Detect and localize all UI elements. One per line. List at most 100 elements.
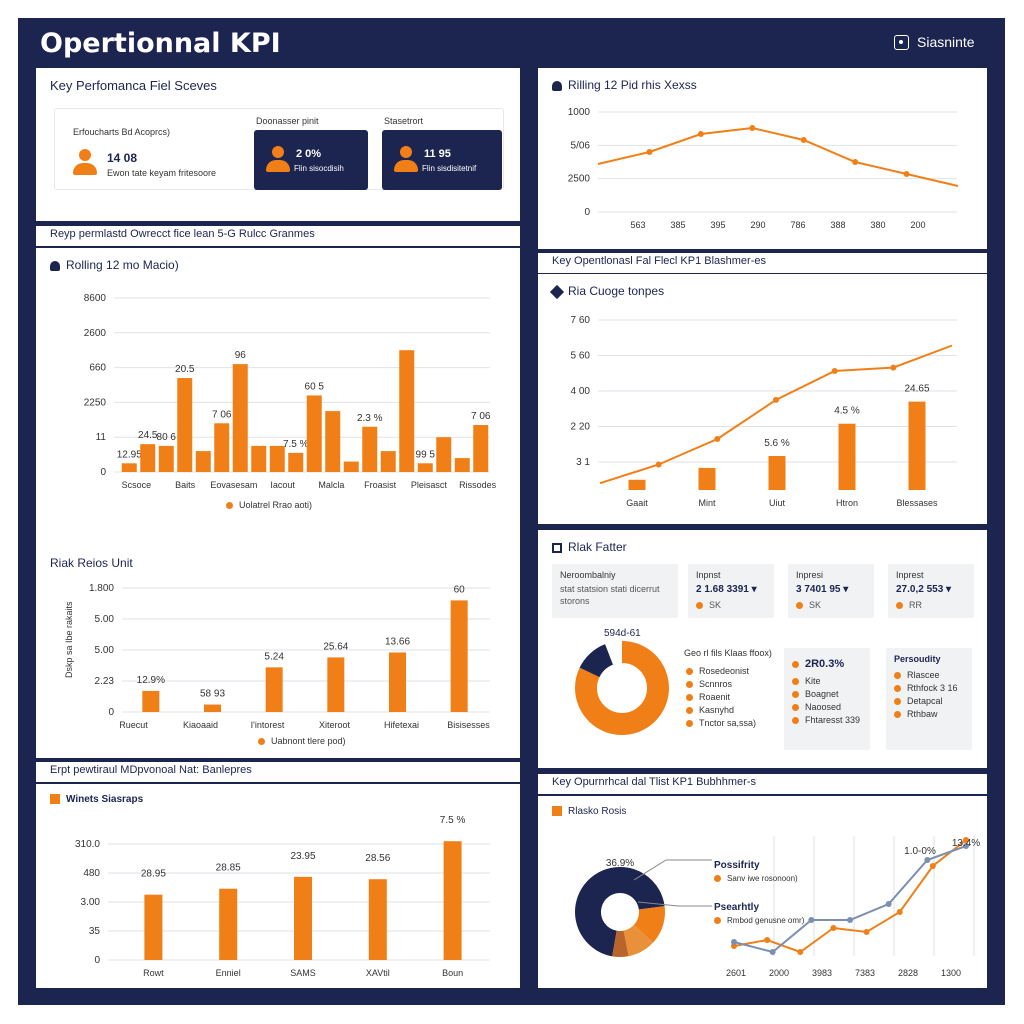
- rolling-x-tick: 563: [630, 220, 645, 230]
- combo-bar: [768, 456, 786, 490]
- risko-x-tick: 2000: [769, 968, 789, 978]
- risko-point: [847, 917, 853, 923]
- risk-box-4[interactable]: Inprest 27.0,2 553 ▾ RR: [888, 564, 974, 618]
- combo-bar: [698, 467, 716, 490]
- bar-main-data-label: 60 5: [305, 381, 325, 392]
- risk-right-list: Rlascee Rthfock 3 16 Detapcal Rthbaw: [894, 670, 958, 722]
- rolling-x-tick: 395: [710, 220, 725, 230]
- risk-right-item-label: Detapcal: [907, 696, 943, 706]
- winners-data-label: 7.5 %: [440, 815, 466, 826]
- rolling-y-tick: 0: [584, 207, 590, 218]
- combo-data-label: 5.6 %: [764, 438, 790, 449]
- risko-x-tick: 2601: [726, 968, 746, 978]
- rolling-x-tick: 380: [870, 220, 885, 230]
- bullet-dot: [792, 717, 799, 725]
- kpi-card-3[interactable]: 11 95 Flin sisdisitetnif: [382, 130, 502, 190]
- legend-dot: [226, 502, 233, 510]
- combo-x-tick: Htron: [836, 498, 858, 508]
- winners-x-tick: XAVtil: [366, 968, 390, 978]
- bar-main-y-tick: 0: [100, 467, 106, 478]
- bar-main-data-label: 24.5: [138, 430, 158, 441]
- risko-x-tick: 3983: [812, 968, 832, 978]
- risk-box-4-value: 27.0,2 553 ▾: [896, 584, 952, 595]
- risk-box-right[interactable]: Persoudity Rlascee Rthfock 3 16 Detapcal Rt…: [886, 648, 972, 750]
- bullet-dot: [894, 685, 901, 693]
- gear-icon: [894, 34, 909, 50]
- risk-mid-item: Fhtaresst 339: [792, 715, 860, 728]
- bullet-dot: [894, 672, 901, 680]
- combo-point: [773, 396, 779, 403]
- bar-main-bar: [232, 364, 248, 472]
- risk-y-tick: 0: [108, 707, 114, 718]
- risk-box-1[interactable]: Neroombalniy stat statsion stati dicerru…: [552, 564, 678, 618]
- combo-y-tick: 5 60: [571, 351, 591, 362]
- risk-y-tick: 2.23: [95, 676, 115, 687]
- risk-bar: [450, 600, 468, 712]
- risk-box-3[interactable]: Inpresi 3 7401 95 ▾ SK: [788, 564, 874, 618]
- kpi-card-2[interactable]: 2 0% Flin sisocdisih: [254, 130, 368, 190]
- risk-box-3-value: 3 7401 95 ▾: [796, 584, 849, 595]
- risk-x-tick: Xiteroot: [319, 720, 351, 730]
- kpi-card-2-value: 2 0%: [296, 148, 322, 160]
- status-dot: [696, 602, 703, 610]
- risk-data-label: 5.24: [264, 651, 284, 662]
- combo-bar: [908, 401, 926, 490]
- bar-main-legend: Uolatrel Rrao aoti): [226, 500, 312, 510]
- combo-bar: [838, 423, 856, 490]
- legend-dot: [714, 917, 721, 925]
- risk-data-label: 13.66: [385, 636, 410, 647]
- risk-bar: [204, 704, 221, 712]
- bar-main-y-tick: 11: [96, 432, 107, 443]
- risk-list-item: Tnctor sa,ssa): [686, 718, 776, 731]
- risko-donut-value: 36.9%: [606, 858, 634, 869]
- bar-main-bar: [436, 437, 452, 472]
- risk-box-3-sub: SK: [796, 600, 821, 610]
- risk-box-2[interactable]: Inpnst 2 1.68 3391 ▾ SK: [688, 564, 774, 618]
- risko-point: [885, 901, 892, 907]
- rolling-point: [697, 131, 704, 137]
- risk-data-label: 25.64: [323, 641, 348, 652]
- risk-box-3-sub-text: SK: [809, 600, 822, 610]
- bullet-dot: [686, 694, 693, 702]
- risko-point: [896, 909, 903, 915]
- person-icon: [73, 149, 97, 175]
- risk-factor-panel: Rlak Fatter Neroombalniy stat statsion s…: [538, 530, 987, 768]
- risko-point: [924, 857, 931, 863]
- risk-list-item: Roaenit: [686, 692, 776, 705]
- bar-main-data-label: 2.3 %: [357, 413, 383, 424]
- kpi-card-2-caption: Doonasser pinit: [256, 116, 319, 126]
- risk-box-mid[interactable]: 2R0.3% Kite Boagnet Naoosed Fhtaresst 339: [784, 648, 870, 750]
- rolling-y-tick: 2500: [568, 174, 591, 185]
- risk-legend-text: Uabnont tlere pod): [271, 736, 346, 746]
- bar-main-x-tick: Pleisasct: [411, 480, 448, 490]
- combo-y-tick: 7 60: [571, 315, 591, 326]
- bar-main-data-label: 7 06: [212, 409, 232, 420]
- bar-main-bar: [195, 451, 211, 472]
- risk-bar: [265, 667, 283, 712]
- risk-x-tick: Ruecut: [119, 720, 148, 730]
- bar-main-x-tick: Rissodes: [459, 480, 497, 490]
- bar-main-data-label: 20.5: [175, 364, 195, 375]
- risko-x-tick: 7383: [855, 968, 875, 978]
- settings-menu[interactable]: Siasninte: [894, 34, 975, 50]
- bar-main-x-tick: Eovasesam: [210, 480, 257, 490]
- kpi-panel-title: Key Perfomanca Fiel Sceves: [50, 78, 217, 93]
- risk-right-item: Detapcal: [894, 696, 958, 709]
- bar-main-data-label: 99 5: [416, 449, 436, 460]
- risk-x-tick: Hifetexai: [384, 720, 419, 730]
- risk-right-item: Rthfock 3 16: [894, 683, 958, 696]
- legend-dot: [258, 738, 265, 746]
- combo-y-tick: 2 20: [571, 422, 591, 433]
- winners-y-tick: 35: [89, 926, 101, 937]
- bar-main-x-tick: Froasist: [364, 480, 397, 490]
- bullet-dot: [792, 704, 799, 712]
- bullet-dot: [792, 678, 799, 686]
- risk-box-1-line2: storons: [560, 596, 590, 606]
- bar-main-y-tick: 2250: [84, 397, 107, 408]
- rolling-point: [646, 149, 653, 155]
- risk-right-item-label: Rthbaw: [907, 709, 938, 719]
- risko-series-line: [733, 845, 967, 954]
- risk-factor-title-text: Rlak Fatter: [568, 540, 627, 554]
- risk-factor-title: Rlak Fatter: [552, 540, 627, 554]
- risko-point: [830, 925, 837, 931]
